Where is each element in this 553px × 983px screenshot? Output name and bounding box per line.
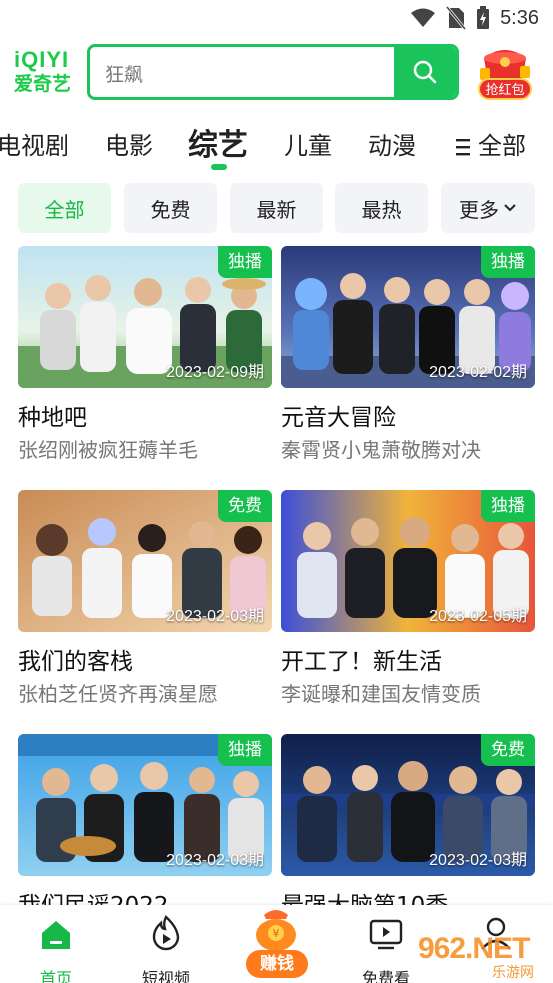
episode-date: 2023-02-02期 xyxy=(429,364,527,381)
show-title: 我们的客栈 xyxy=(18,649,133,675)
no-sim-icon xyxy=(446,6,467,30)
svg-text:¥: ¥ xyxy=(273,927,280,940)
show-title: 元音大冒险 xyxy=(281,405,396,431)
wifi-icon xyxy=(411,8,436,27)
nav-short-video[interactable]: 短视频 xyxy=(126,913,206,983)
red-envelope-label: 抢红包 xyxy=(478,78,532,100)
filter-hottest[interactable]: 最热 xyxy=(335,183,428,233)
filter-more[interactable]: 更多 xyxy=(441,183,535,233)
search-input[interactable]: 狂飙 xyxy=(87,44,459,100)
chevron-down-icon xyxy=(504,204,516,212)
episode-date: 2023-02-05期 xyxy=(429,608,527,625)
exclusive-badge: 独播 xyxy=(481,246,535,278)
show-subtitle: 张绍刚被疯狂薅羊毛 xyxy=(18,438,198,462)
exclusive-badge: 独播 xyxy=(481,490,535,522)
tab-variety[interactable]: 综艺 xyxy=(188,120,248,164)
episode-date: 2023-02-09期 xyxy=(166,364,264,381)
show-thumbnail[interactable]: 独播 2023-02-03期 xyxy=(18,734,272,876)
exclusive-badge: 独播 xyxy=(218,246,272,278)
show-subtitle: 张柏芝任贤齐再演星愿 xyxy=(18,682,218,706)
active-tab-indicator xyxy=(211,164,227,170)
nav-home[interactable]: 首页 xyxy=(16,913,96,983)
site-watermark: 962.NET 乐游网 xyxy=(418,930,553,981)
status-bar: 5:36 xyxy=(0,0,553,38)
show-card[interactable]: 独播 2023-02-03期 我们民谣2022 xyxy=(18,734,272,919)
flame-play-icon xyxy=(152,915,180,951)
home-icon xyxy=(42,921,70,949)
filter-chips: 全部 免费 最新 最热 更多 xyxy=(0,183,553,233)
tab-kids[interactable]: 儿童 xyxy=(284,126,332,161)
tab-all[interactable]: 全部 xyxy=(456,126,526,161)
search-placeholder: 狂飙 xyxy=(105,64,144,86)
nav-home-label: 首页 xyxy=(39,969,72,983)
watermark-subtext: 乐游网 xyxy=(492,965,534,981)
free-badge: 免费 xyxy=(481,734,535,766)
show-card[interactable]: 免费 2023-02-03期 最强大脑第10季 xyxy=(281,734,535,919)
tab-anime[interactable]: 动漫 xyxy=(368,126,416,161)
menu-icon xyxy=(456,139,470,156)
search-icon xyxy=(413,60,437,84)
show-thumbnail[interactable]: 独播 2023-02-05期 xyxy=(281,490,535,632)
filter-more-label: 更多 xyxy=(459,197,499,222)
show-card[interactable]: 独播 2023-02-02期 元音大冒险 秦霄贤小鬼萧敬腾对决 xyxy=(281,246,535,466)
filter-free[interactable]: 免费 xyxy=(124,183,217,233)
header: iQIYI 爱奇艺 狂飙 抢红包 xyxy=(0,42,553,104)
episode-date: 2023-02-03期 xyxy=(166,608,264,625)
money-bag-icon: ¥ xyxy=(256,910,296,951)
filter-newest[interactable]: 最新 xyxy=(230,183,323,233)
show-card[interactable]: 独播 2023-02-05期 开工了！新生活 李诞曝和建国友情变质 xyxy=(281,490,535,710)
channel-tabs: 电视剧 电影 综艺 儿童 动漫 全部 xyxy=(0,116,553,174)
show-thumbnail[interactable]: 独播 2023-02-09期 xyxy=(18,246,272,388)
logo-text: iQIYI xyxy=(14,47,70,72)
iqiyi-logo[interactable]: iQIYI 爱奇艺 xyxy=(14,48,74,98)
episode-date: 2023-02-03期 xyxy=(429,852,527,869)
nav-free-watch-label: 免费看 xyxy=(361,969,410,983)
exclusive-badge: 独播 xyxy=(218,734,272,766)
show-thumbnail[interactable]: 独播 2023-02-02期 xyxy=(281,246,535,388)
show-title: 种地吧 xyxy=(18,405,87,431)
show-subtitle: 李诞曝和建国友情变质 xyxy=(281,682,481,706)
show-thumbnail[interactable]: 免费 2023-02-03期 xyxy=(18,490,272,632)
show-thumbnail[interactable]: 免费 2023-02-03期 xyxy=(281,734,535,876)
free-badge: 免费 xyxy=(218,490,272,522)
nav-short-video-label: 短视频 xyxy=(141,969,190,983)
show-card[interactable]: 独播 2023-02-09期 种地吧 张绍刚被疯狂薅羊毛 xyxy=(18,246,272,466)
show-title: 开工了！新生活 xyxy=(281,649,442,675)
episode-date: 2023-02-03期 xyxy=(166,852,264,869)
tv-play-icon xyxy=(369,919,403,950)
logo-text-cn: 爱奇艺 xyxy=(14,73,72,95)
clock: 5:36 xyxy=(500,6,539,29)
tab-tv-series[interactable]: 电视剧 xyxy=(0,126,69,161)
battery-charging-icon xyxy=(477,6,490,29)
nav-free-watch[interactable]: 免费看 xyxy=(346,913,426,983)
show-card[interactable]: 免费 2023-02-03期 我们的客栈 张柏芝任贤齐再演星愿 xyxy=(18,490,272,710)
tab-movies[interactable]: 电影 xyxy=(105,126,153,161)
earn-label: 赚钱 xyxy=(246,950,308,978)
watermark-text: 962.NET xyxy=(418,932,530,965)
filter-all[interactable]: 全部 xyxy=(18,183,111,233)
show-subtitle: 秦霄贤小鬼萧敬腾对决 xyxy=(281,438,481,462)
search-button[interactable] xyxy=(394,47,456,97)
red-envelope-button[interactable]: 抢红包 xyxy=(474,44,536,102)
tab-all-label: 全部 xyxy=(478,132,526,160)
